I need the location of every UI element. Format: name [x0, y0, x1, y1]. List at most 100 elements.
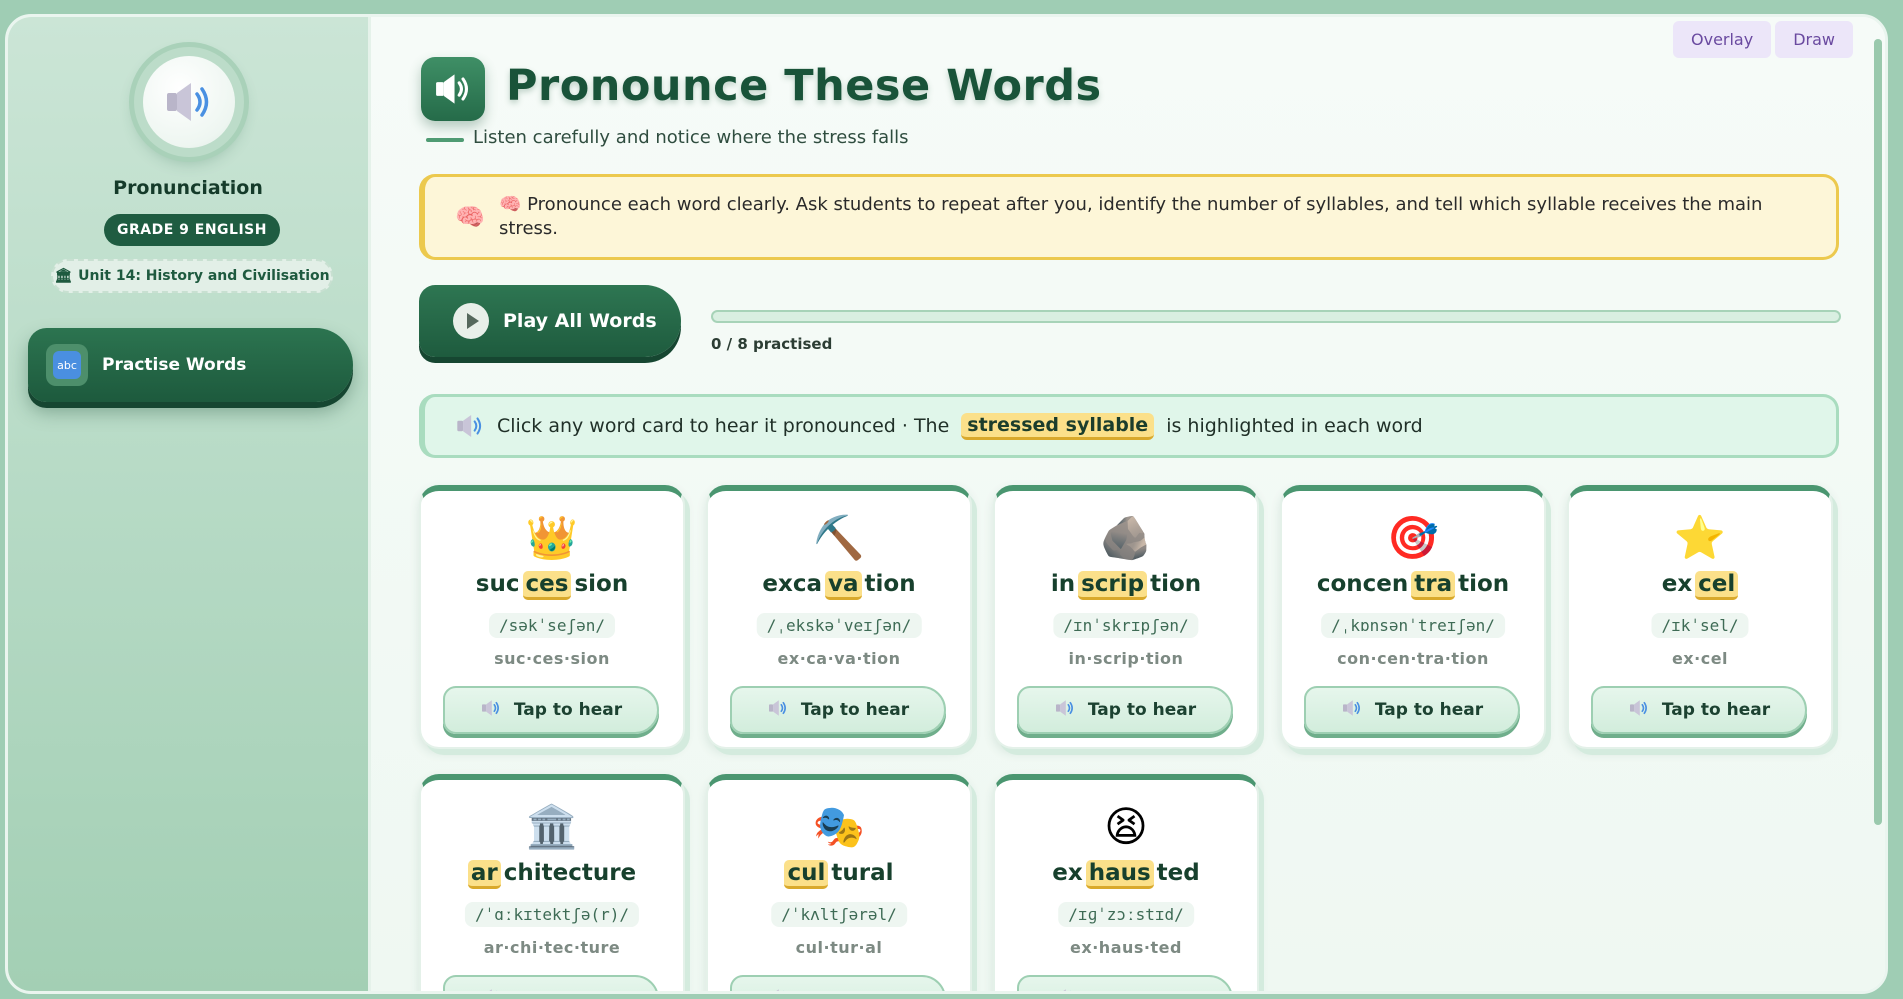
- word-emoji-icon: 🪨: [1099, 513, 1153, 562]
- speaker-icon: [1054, 988, 1076, 991]
- word-card[interactable]: ⛏️ exca va tion/ˌekskəˈveɪʃən/ex·ca·va·tion…: [706, 485, 972, 749]
- stressed-syllable-chip: stressed syllable: [961, 412, 1155, 440]
- syllable-breakdown: ex·haus·ted: [1070, 938, 1182, 957]
- ipa-transcription: /ˌkɒnsənˈtreɪʃən/: [1321, 613, 1505, 638]
- word-prefix: exca: [762, 571, 822, 597]
- word-emoji-icon: ⛏️: [812, 513, 866, 562]
- sidebar-item-label: Practise Words: [102, 355, 247, 375]
- word-card[interactable]: 🏛️ ar chitecture/ˈɑːkɪtektʃə(r)/ ar·chi·tec…: [419, 774, 685, 991]
- ipa-transcription: /ˈkʌltʃərəl/: [771, 902, 907, 927]
- tap-to-hear-button[interactable]: Tap to hear: [1017, 686, 1233, 734]
- word-emoji-icon: 😫: [1104, 802, 1148, 851]
- word-text: concen tra tion: [1282, 571, 1544, 600]
- top-toolbar: Overlay Draw: [1673, 21, 1853, 58]
- speaker-icon: [167, 83, 209, 121]
- tap-to-hear-button[interactable]: Tap to hear: [1304, 686, 1520, 734]
- speaker-icon: [480, 699, 502, 722]
- stressed-syllable: scrip: [1078, 571, 1148, 600]
- sidebar: Pronunciation GRADE 9 ENGLISH 🏛 Unit 14:…: [8, 17, 371, 991]
- stressed-syllable: tra: [1411, 571, 1456, 600]
- unit-label: Unit 14: History and Civilisation: [78, 268, 330, 284]
- tap-to-hear-label: Tap to hear: [514, 989, 622, 991]
- teacher-note: 🧠 🧠 Pronounce each word clearly. Ask stu…: [419, 174, 1839, 260]
- stressed-syllable: ar: [467, 860, 501, 889]
- tap-to-hear-label: Tap to hear: [801, 989, 909, 991]
- word-card[interactable]: ⭐ ex cel/ɪkˈsel/ex·cel Tap to hear: [1567, 485, 1833, 749]
- tap-to-hear-button[interactable]: Tap to hear: [730, 686, 946, 734]
- stressed-syllable: cel: [1695, 571, 1739, 600]
- speaker-icon: [1341, 699, 1363, 722]
- speaker-icon: [457, 415, 482, 437]
- tap-to-hear-button[interactable]: Tap to hear: [443, 975, 659, 991]
- word-prefix: suc: [475, 571, 520, 597]
- word-suffix: tion: [1150, 571, 1202, 597]
- word-suffix: sion: [574, 571, 629, 597]
- word-emoji-icon: 🏛️: [525, 802, 579, 851]
- teacher-note-text: 🧠 Pronounce each word clearly. Ask stude…: [499, 194, 1763, 239]
- syllable-breakdown: ex·cel: [1671, 649, 1729, 668]
- progress-text: 0 / 8 practised: [711, 335, 833, 353]
- scrollbar[interactable]: [1874, 39, 1882, 825]
- word-suffix: tion: [864, 571, 916, 597]
- syllable-breakdown: suc·ces·sion: [494, 649, 610, 668]
- word-card[interactable]: 🎯 concen tra tion/ˌkɒnsənˈtreɪʃən/con·cen·t…: [1280, 485, 1546, 749]
- ipa-transcription: /ɪnˈskrɪpʃən/: [1053, 613, 1199, 638]
- tap-to-hear-button[interactable]: Tap to hear: [1591, 686, 1807, 734]
- instruction-text-end: is highlighted in each word: [1166, 415, 1423, 437]
- speaker-icon: [767, 988, 789, 991]
- tap-to-hear-button[interactable]: Tap to hear: [730, 975, 946, 991]
- museum-icon: 🏛: [54, 268, 73, 284]
- sidebar-item-practise-words[interactable]: abc Practise Words: [28, 328, 353, 402]
- word-card[interactable]: 👑 suc ces sion/səkˈseʃən/suc·ces·sion Tap to…: [419, 485, 685, 749]
- play-all-label: Play All Words: [503, 310, 657, 332]
- tap-to-hear-label: Tap to hear: [513, 700, 623, 720]
- tap-to-hear-label: Tap to hear: [1088, 989, 1196, 991]
- word-text: ex cel: [1569, 571, 1831, 600]
- page-title: Pronounce These Words: [506, 61, 1102, 111]
- tap-to-hear-label: Tap to hear: [1661, 700, 1771, 720]
- word-text: suc ces sion: [421, 571, 683, 600]
- syllable-breakdown: in·scrip·tion: [1068, 649, 1184, 668]
- overlay-button[interactable]: Overlay: [1673, 21, 1772, 58]
- subtitle-accent: [426, 138, 464, 142]
- draw-button[interactable]: Draw: [1775, 21, 1853, 58]
- stressed-syllable: cul: [784, 860, 829, 889]
- word-prefix: concen: [1316, 571, 1409, 597]
- syllable-breakdown: cul·tur·al: [795, 938, 883, 957]
- word-text: cul tural: [708, 860, 970, 889]
- instruction-banner: Click any word card to hear it pronounce…: [419, 394, 1839, 458]
- word-suffix: tural: [831, 860, 894, 886]
- app-window: Overlay Draw Pronunciation GRADE 9 ENGLI…: [5, 14, 1888, 994]
- stressed-syllable: va: [825, 571, 862, 600]
- word-suffix: ted: [1156, 860, 1200, 886]
- brain-icon: 🧠: [455, 203, 485, 231]
- speaker-icon: [480, 988, 502, 991]
- syllable-breakdown: con·cen·tra·tion: [1337, 649, 1489, 668]
- word-card[interactable]: 🪨 in scrip tion/ɪnˈskrɪpʃən/in·scrip·tion Ta…: [993, 485, 1259, 749]
- syllable-breakdown: ex·ca·va·tion: [777, 649, 901, 668]
- syllable-breakdown: ar·chi·tec·ture: [483, 938, 621, 957]
- word-card[interactable]: 😫 exhausted/ɪɡˈzɔːstɪd/ex·haus·ted Tap to …: [993, 774, 1259, 991]
- stressed-syllable: haus: [1085, 860, 1154, 889]
- word-text: in scrip tion: [995, 571, 1257, 600]
- tap-to-hear-button[interactable]: Tap to hear: [1017, 975, 1233, 991]
- ipa-transcription: /ˌekskəˈveɪʃən/: [756, 613, 922, 638]
- word-text: ar chitecture: [421, 860, 683, 889]
- tap-to-hear-label: Tap to hear: [1374, 700, 1484, 720]
- speaker-icon: [1054, 699, 1076, 722]
- ipa-transcription: /səkˈseʃən/: [489, 613, 615, 638]
- word-prefix: ex: [1052, 860, 1083, 886]
- stressed-syllable: ces: [522, 571, 572, 600]
- tap-to-hear-label: Tap to hear: [1087, 700, 1197, 720]
- play-all-button[interactable]: Play All Words: [419, 285, 681, 357]
- word-emoji-icon: ⭐: [1673, 513, 1727, 562]
- ipa-transcription: /ɪɡˈzɔːstɪd/: [1058, 902, 1194, 927]
- speaker-icon: [767, 699, 789, 722]
- page-subtitle: Listen carefully and notice where the st…: [473, 127, 909, 148]
- word-card[interactable]: 🎭 cultural/ˈkʌltʃərəl/cul·tur·al Tap to he…: [706, 774, 972, 991]
- app-title: Pronunciation: [113, 177, 263, 199]
- word-emoji-icon: 🎭: [812, 802, 866, 851]
- tap-to-hear-button[interactable]: Tap to hear: [443, 686, 659, 734]
- word-suffix: tion: [1458, 571, 1510, 597]
- unit-pill: 🏛 Unit 14: History and Civilisation: [51, 259, 333, 293]
